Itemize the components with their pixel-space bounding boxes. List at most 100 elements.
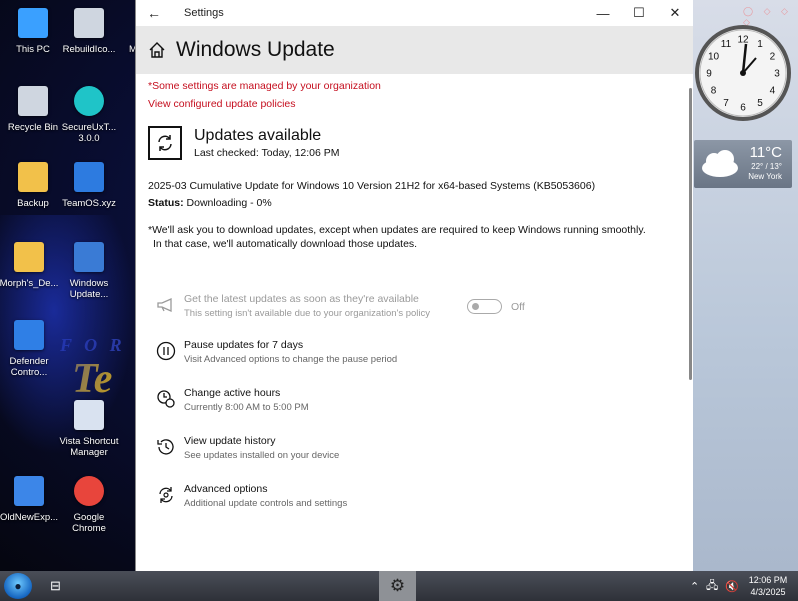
desktop-icon[interactable]: Backup <box>2 160 64 209</box>
window-title: Settings <box>184 7 224 19</box>
taskbar-clock[interactable]: 12:06 PM 4/3/2025 <box>742 574 794 598</box>
settings-window: ← Settings — ☐ ✕ Windows Update *Some se… <box>135 0 693 571</box>
pause-icon <box>154 339 178 363</box>
desktop-icon[interactable]: Vista Shortcut Manager <box>58 398 120 458</box>
network-icon[interactable]: 🖧 <box>706 571 718 601</box>
pc-icon <box>16 6 50 40</box>
gear-icon: ⚙ <box>389 576 406 595</box>
option-label: Pause updates for 7 days <box>184 339 304 351</box>
desktop-icon[interactable]: Google Chrome <box>58 474 120 534</box>
volume-icon[interactable]: 🔇 <box>725 571 739 601</box>
clock-number: 9 <box>706 69 712 80</box>
option-label: Advanced options <box>184 483 268 495</box>
robot-icon <box>72 6 106 40</box>
no-update-icon <box>72 240 106 274</box>
shortcut-icon <box>72 398 106 432</box>
taskbar-date: 4/3/2025 <box>750 587 786 597</box>
clock-number: 3 <box>774 69 780 80</box>
desktop-icon[interactable]: Defender Contro... <box>0 318 60 378</box>
desktop-icon[interactable]: SecureUxT... 3.0.0 <box>58 84 120 144</box>
title-bar: ← Settings — ☐ ✕ <box>136 0 693 26</box>
clock-number: 10 <box>708 52 720 63</box>
advanced-options-icon <box>154 483 178 507</box>
desktop-icon[interactable]: Recycle Bin <box>2 84 64 133</box>
desktop-icon-label: Windows Update... <box>69 278 109 300</box>
option-label: Get the latest updates as soon as they'r… <box>184 293 419 305</box>
task-view-icon[interactable]: ⊟ <box>50 578 61 594</box>
history-icon <box>154 435 178 459</box>
update-content: *Some settings are managed by your organ… <box>136 74 693 256</box>
sync-icon <box>148 126 182 160</box>
taskbar-time: 12:06 PM <box>748 575 788 585</box>
latest-updates-option: Get the latest updates as soon as they'r… <box>154 293 430 319</box>
download-notice-line1: *We'll ask you to download updates, exce… <box>148 224 646 236</box>
download-notice: *We'll ask you to download updates, exce… <box>148 224 681 250</box>
desktop-icon[interactable]: OldNewExp... <box>0 474 60 523</box>
update-status: Status: Downloading - 0% <box>148 197 681 209</box>
weather-range: 22° / 13° <box>751 162 782 171</box>
cloud-icon <box>702 150 738 177</box>
desktop-icon[interactable]: TeamOS.xyz <box>58 160 120 209</box>
megaphone-icon <box>154 293 178 317</box>
desktop-icon-label: This PC <box>16 44 50 55</box>
option-sub: See updates installed on your device <box>184 450 340 461</box>
weather-gadget[interactable]: 11°C 22° / 13° New York <box>694 140 792 188</box>
latest-updates-toggle[interactable] <box>467 299 502 314</box>
status-value: Downloading - 0% <box>186 197 272 209</box>
status-row: Updates available Last checked: Today, 1… <box>148 126 681 160</box>
last-checked: Last checked: Today, 12:06 PM <box>194 147 340 159</box>
advanced-options-option[interactable]: Advanced options Additional update contr… <box>154 483 347 509</box>
minimize-icon[interactable]: — <box>585 6 621 21</box>
managed-notice: *Some settings are managed by your organ… <box>148 80 381 92</box>
desktop-icon[interactable]: Morph's_De... <box>0 240 60 289</box>
download-notice-line2: In that case, we'll automatically downlo… <box>153 238 418 250</box>
update-name: 2025-03 Cumulative Update for Windows 10… <box>148 180 596 192</box>
desktop-icon-label: Morph's_De... <box>0 278 59 289</box>
status-title: Updates available <box>194 127 322 144</box>
weather-temperature: 11°C <box>749 144 782 161</box>
desktop-icon[interactable]: RebuildIco... <box>58 6 120 55</box>
desktop-icon[interactable]: This PC <box>2 6 64 55</box>
clock-number: 4 <box>770 86 776 97</box>
desktop-icon-label: TeamOS.xyz <box>62 198 116 209</box>
desktop-icon-label: Vista Shortcut Manager <box>59 436 119 458</box>
clock-number: 11 <box>721 39 732 50</box>
active-hours-option[interactable]: Change active hours Currently 8:00 AM to… <box>154 387 309 413</box>
option-sub: Visit Advanced options to change the pau… <box>184 354 398 365</box>
desktop-icon[interactable]: Windows Update... <box>58 240 120 300</box>
option-sub: This setting isn't available due to your… <box>184 308 431 319</box>
policies-link[interactable]: View configured update policies <box>148 98 681 110</box>
status-label: Status: <box>148 197 184 209</box>
clock-number: 7 <box>723 98 729 109</box>
home-icon[interactable] <box>148 41 166 59</box>
option-label: Change active hours <box>184 387 281 399</box>
taskbar: ● ⊟ ⚙ ⌃ 🖧 🔇 12:06 PM 4/3/2025 <box>0 571 798 601</box>
chrome-icon <box>72 474 106 508</box>
folder-icon <box>16 160 50 194</box>
taskbar-settings-button[interactable]: ⚙ <box>379 571 416 601</box>
scrollbar[interactable] <box>689 88 692 380</box>
alien-logo-icon: ● <box>14 579 22 593</box>
defender-icon <box>12 318 46 352</box>
close-icon[interactable]: ✕ <box>657 5 693 21</box>
active-hours-icon <box>154 387 178 411</box>
clock-gadget[interactable]: 12 1 2 3 4 5 6 7 8 9 10 11 <box>694 24 792 122</box>
desktop-icon-label: RebuildIco... <box>62 44 116 55</box>
pause-updates-option[interactable]: Pause updates for 7 days Visit Advanced … <box>154 339 397 365</box>
back-arrow-icon[interactable]: ← <box>136 5 172 21</box>
weather-city: New York <box>748 172 782 181</box>
maximize-icon[interactable]: ☐ <box>621 5 657 21</box>
tray-chevron-icon[interactable]: ⌃ <box>690 571 699 601</box>
clock-number: 2 <box>770 52 776 63</box>
update-history-option[interactable]: View update history See updates installe… <box>154 435 339 461</box>
option-sub: Additional update controls and settings <box>184 498 348 509</box>
clock-number: 1 <box>757 39 763 50</box>
option-sub: Currently 8:00 AM to 5:00 PM <box>184 402 309 413</box>
start-button[interactable]: ● <box>4 573 32 599</box>
desktop-icon-label: Backup <box>17 198 49 209</box>
desktop-icon-label: SecureUxT... 3.0.0 <box>61 122 117 144</box>
desktop-icon-label: Defender Contro... <box>9 356 49 378</box>
page-header: Windows Update <box>136 26 693 74</box>
ie-icon <box>72 160 106 194</box>
desktop-icon-label: Google Chrome <box>72 512 106 534</box>
